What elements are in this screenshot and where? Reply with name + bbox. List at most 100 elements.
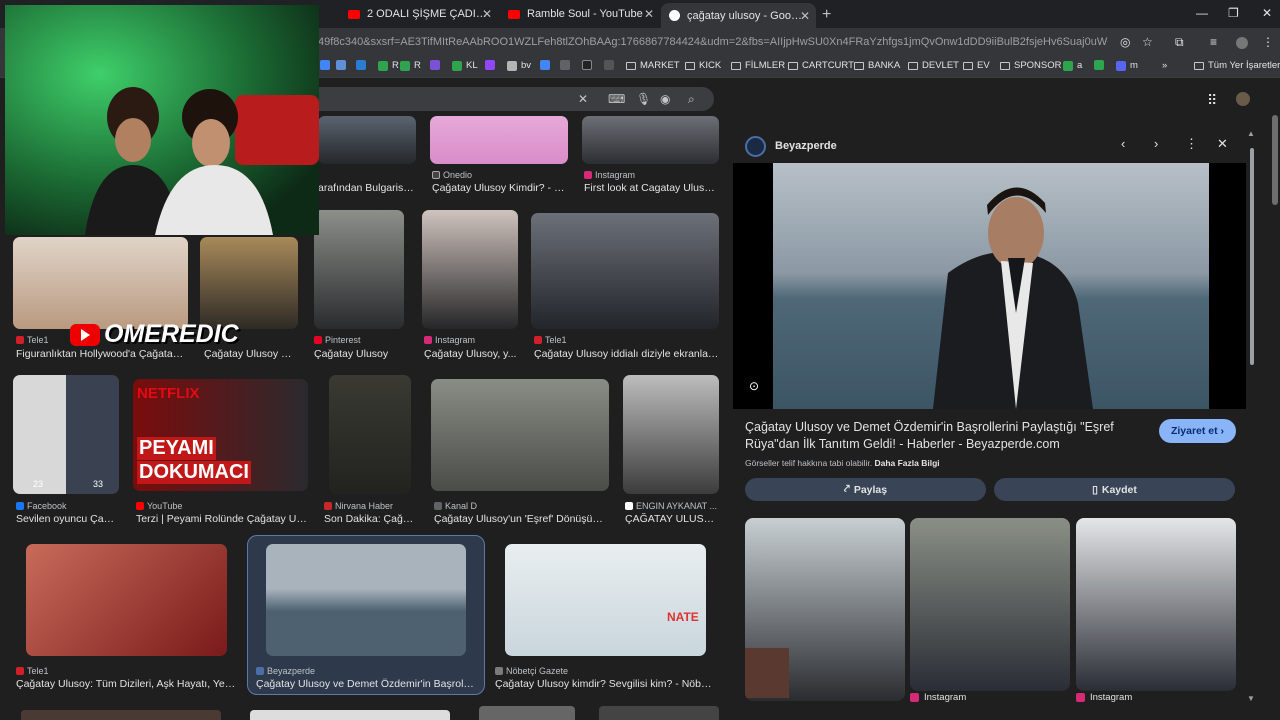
result-caption[interactable]: Çağatay Ulusoy, y... <box>424 348 518 360</box>
result-thumbnail[interactable] <box>318 116 416 164</box>
search-input[interactable]: ✕ ⌨ 🎙 ◉ ⌕ <box>318 87 714 111</box>
avatar[interactable] <box>1236 92 1250 106</box>
result-thumbnail[interactable] <box>13 237 188 329</box>
scroll-up-icon[interactable]: ▲ <box>1247 129 1255 138</box>
bookmark-icon-r2[interactable]: R <box>400 60 421 71</box>
result-caption[interactable]: arafından Bulgarista... <box>318 182 414 194</box>
result-thumbnail[interactable] <box>531 213 719 329</box>
close-window-button[interactable]: ✕ <box>1262 6 1272 20</box>
tab-0[interactable]: 2 ODALI ŞİŞME ÇADIRLA LÜKS ✕ <box>340 2 498 26</box>
save-button[interactable]: ▯ Kaydet <box>994 478 1235 501</box>
result-thumbnail[interactable]: 23 33 <box>13 375 119 494</box>
result-thumbnail[interactable] <box>266 544 466 656</box>
result-caption[interactable]: ÇAĞATAY ULUSO... <box>625 513 719 525</box>
result-caption[interactable]: First look at Cagatay Ulusoy ... <box>584 182 719 194</box>
bookmark-icon-4[interactable] <box>430 60 444 70</box>
result-thumbnail[interactable] <box>430 116 568 164</box>
result-caption[interactable]: Figuranlıktan Hollywood'a Çağatay ... <box>16 348 186 360</box>
all-bookmarks[interactable]: Tüm Yer İşaretleri <box>1194 60 1280 71</box>
bookmark-icon-10[interactable] <box>1094 60 1108 70</box>
bookmark-icon-3[interactable] <box>356 60 370 70</box>
result-thumbnail[interactable] <box>479 706 575 720</box>
result-thumbnail[interactable] <box>422 210 518 329</box>
bookmark-icon-6[interactable] <box>540 60 554 70</box>
panel-scrollbar[interactable] <box>1250 148 1254 365</box>
result-caption[interactable]: Çağatay Ulusoy iddialı diziyle ekranlara… <box>534 348 719 360</box>
bookmark-devlet[interactable]: DEVLET <box>908 60 959 71</box>
related-image[interactable] <box>745 518 905 701</box>
forward-icon[interactable]: › <box>1154 136 1158 151</box>
bookmark-icon-8[interactable] <box>582 60 596 70</box>
bookmark-icon-7[interactable] <box>560 60 574 70</box>
result-caption[interactable]: Terzi | Peyami Rolünde Çağatay Ulus... <box>136 513 308 525</box>
panel-site-name[interactable]: Beyazperde <box>775 140 837 152</box>
result-caption[interactable]: Çağatay Ulusoy: Tüm Dizileri, Aşk Hayatı… <box>16 678 236 690</box>
bookmark-market[interactable]: MARKET <box>626 60 680 71</box>
result-caption[interactable]: Çağatay Ulusoy kimdir? Sevgilisi kim? - … <box>495 678 715 690</box>
result-thumbnail[interactable] <box>250 710 450 720</box>
result-caption[interactable]: Çağatay Ulusoy Ki... <box>204 348 298 360</box>
bookmark-icon-r1[interactable]: R <box>378 60 399 71</box>
close-tab-icon[interactable]: ✕ <box>644 7 654 21</box>
bookmark-cartcurt[interactable]: CARTCURT <box>788 60 854 71</box>
bookmark-kick[interactable]: KICK <box>685 60 721 71</box>
close-tab-icon[interactable]: ✕ <box>800 9 810 23</box>
new-tab-button[interactable]: + <box>822 6 831 24</box>
result-thumbnail[interactable] <box>599 706 719 720</box>
tab-1[interactable]: Ramble Soul - YouTube ✕ <box>500 2 660 26</box>
result-caption[interactable]: Çağatay Ulusoy <box>314 348 404 360</box>
preview-headline[interactable]: Çağatay Ulusoy ve Demet Özdemir'in Başro… <box>745 419 1155 453</box>
visit-button[interactable]: Ziyaret et › <box>1159 419 1236 443</box>
share-button[interactable]: ⤤ Paylaş <box>745 478 986 501</box>
result-thumbnail[interactable]: NATE <box>505 544 706 656</box>
result-thumbnail[interactable] <box>21 710 221 720</box>
bookmark-filmler[interactable]: FİLMLER <box>731 60 785 71</box>
eye-off-icon[interactable]: ◎ <box>1120 35 1130 49</box>
result-thumbnail[interactable] <box>329 375 411 494</box>
bookmark-icon-9[interactable] <box>604 60 618 70</box>
related-image[interactable] <box>910 518 1070 691</box>
result-thumbnail[interactable]: NETFLIX PEYAMI DOKUMACI <box>133 379 308 491</box>
star-icon[interactable]: ☆ <box>1142 35 1153 49</box>
menu-icon[interactable]: ⋮ <box>1262 35 1274 49</box>
result-thumbnail[interactable] <box>314 210 404 329</box>
more-icon[interactable]: ⋮ <box>1185 136 1198 152</box>
bookmark-icon-5[interactable] <box>485 60 499 70</box>
keyboard-icon[interactable]: ⌨ <box>608 92 625 106</box>
bookmark-m[interactable]: m <box>1116 60 1138 71</box>
result-caption[interactable]: Sevilen oyuncu Çağa... <box>16 513 119 525</box>
account-icon[interactable] <box>1236 37 1248 49</box>
bookmark-icon-2[interactable] <box>336 60 350 70</box>
mic-icon[interactable]: 🎙 <box>636 92 651 106</box>
close-icon[interactable]: ✕ <box>1217 136 1228 152</box>
clear-icon[interactable]: ✕ <box>578 92 588 106</box>
result-caption[interactable]: Çağatay Ulusoy ve Demet Özdemir'in Başro… <box>256 678 476 690</box>
apps-icon[interactable]: ⠿ <box>1207 92 1217 109</box>
media-icon[interactable]: ≡ <box>1210 35 1217 49</box>
bookmark-a[interactable]: a <box>1063 60 1082 71</box>
result-caption[interactable]: Çağatay Ulusoy'un 'Eşref' Dönüşümü ... <box>434 513 609 525</box>
result-caption[interactable]: Son Dakika: Çağat... <box>324 513 414 525</box>
preview-image[interactable]: ⊙ <box>733 163 1246 409</box>
extensions-icon[interactable]: ⧉ <box>1175 35 1184 50</box>
bookmarks-overflow-button[interactable]: » <box>1162 60 1167 71</box>
result-thumbnail[interactable] <box>26 544 227 656</box>
camera-search-icon[interactable]: ◉ <box>660 92 670 106</box>
minimize-button[interactable]: — <box>1196 6 1208 20</box>
maximize-button[interactable]: ❐ <box>1228 6 1239 20</box>
result-thumbnail[interactable] <box>582 116 719 164</box>
tab-2-active[interactable]: çağatay ulusoy - Google'da Ara ✕ <box>661 3 816 28</box>
related-image[interactable] <box>1076 518 1236 691</box>
url-field[interactable]: 49f8c340&sxsrf=AE3TifMItReAAbROO1WZLFeh8… <box>318 36 1108 48</box>
result-thumbnail[interactable] <box>431 379 609 491</box>
close-tab-icon[interactable]: ✕ <box>482 7 492 21</box>
result-thumbnail[interactable] <box>623 375 719 494</box>
bookmark-banka[interactable]: BANKA <box>854 60 900 71</box>
scroll-down-icon[interactable]: ▼ <box>1247 694 1255 703</box>
bookmark-icon-1[interactable] <box>320 60 334 70</box>
result-caption[interactable]: Çağatay Ulusoy Kimdir? - O... <box>432 182 568 194</box>
search-icon[interactable]: ⌕ <box>688 92 695 107</box>
bookmark-bv[interactable]: bv <box>507 60 531 71</box>
bookmark-kl[interactable]: KL <box>452 60 478 71</box>
bookmark-ev[interactable]: EV <box>963 60 990 71</box>
